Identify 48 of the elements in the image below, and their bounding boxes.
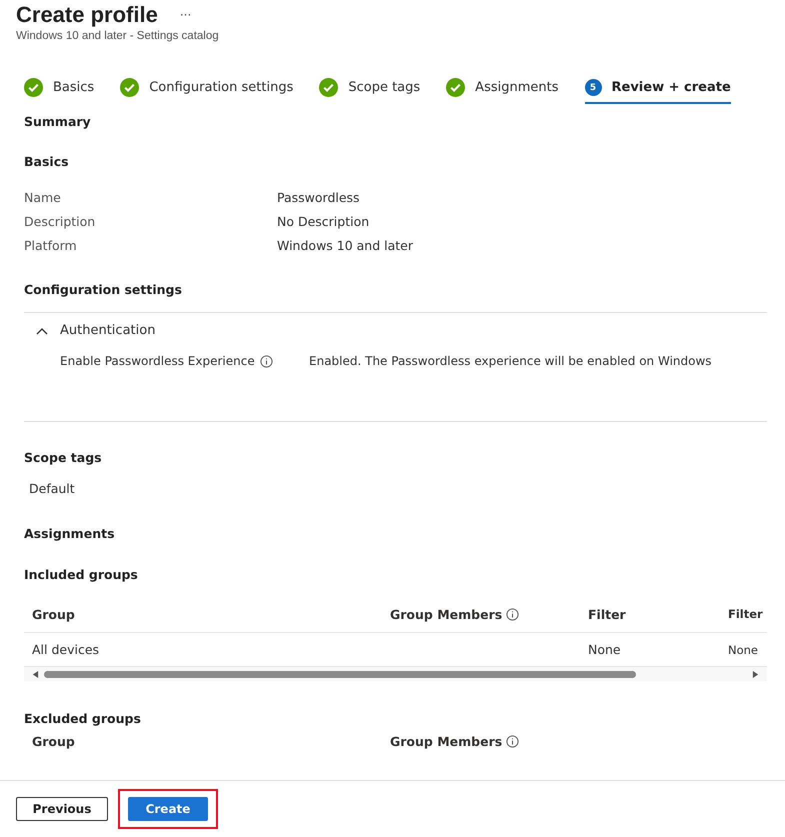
column-header: Group Members bbox=[390, 734, 502, 748]
section-heading: Excluded groups bbox=[24, 711, 142, 726]
field-label: Name bbox=[24, 190, 62, 204]
table-cell: None bbox=[588, 642, 621, 657]
chevron-icon bbox=[36, 326, 48, 334]
horizontal-scrollbar[interactable] bbox=[24, 667, 767, 681]
column-header: Group Members bbox=[390, 606, 502, 622]
field-label: Platform bbox=[24, 238, 78, 252]
table-cell: None bbox=[728, 642, 758, 656]
column-header: Group bbox=[32, 606, 75, 622]
step-number: 5 bbox=[584, 79, 602, 96]
wizard-step-tab[interactable]: Basics bbox=[24, 78, 94, 104]
check-circle-icon bbox=[446, 78, 466, 97]
field-value: No Description bbox=[277, 214, 370, 228]
wizard-step-tab[interactable]: Scope tags bbox=[319, 78, 420, 104]
column-header: Group bbox=[32, 734, 75, 748]
previous-button[interactable]: Previous bbox=[16, 797, 108, 821]
section-heading: Assignments bbox=[24, 526, 116, 541]
check-circle-icon bbox=[319, 78, 338, 97]
setting-value: Enabled. The Passwordless experience will be enabled on Windows bbox=[309, 354, 712, 368]
page-subtitle: Windows 10 and later - Settings catalog bbox=[16, 30, 220, 42]
info-icon[interactable] bbox=[260, 354, 273, 368]
info-icon[interactable] bbox=[506, 608, 520, 620]
field-value: Windows 10 and later bbox=[277, 238, 414, 252]
scroll-left-icon[interactable] bbox=[32, 670, 39, 678]
check-circle-icon bbox=[120, 78, 140, 97]
section-heading: Scope tags bbox=[24, 450, 103, 465]
column-header: Filter bbox=[588, 606, 626, 622]
section-heading: Configuration settings bbox=[24, 282, 183, 297]
wizard-step-tab[interactable]: 5 Review + create bbox=[584, 78, 731, 104]
category-toggle[interactable]: Authentication bbox=[24, 313, 767, 338]
scope-tag-value: Default bbox=[29, 481, 76, 496]
check-circle-icon bbox=[24, 78, 43, 97]
scroll-right-icon[interactable] bbox=[752, 670, 759, 678]
page-title: Create profile bbox=[16, 2, 158, 28]
more-options-button[interactable]: ··· bbox=[180, 8, 192, 22]
info-icon[interactable] bbox=[506, 734, 520, 748]
section-heading: Summary bbox=[24, 114, 92, 129]
create-button[interactable]: Create bbox=[128, 797, 208, 821]
wizard-step-tab[interactable]: Configuration settings bbox=[120, 78, 294, 104]
setting-name: Enable Passwordless Experience bbox=[60, 354, 256, 368]
column-header: Filter bbox=[728, 607, 763, 621]
section-heading: Included groups bbox=[24, 567, 139, 582]
wizard-step-tab[interactable]: Assignments bbox=[446, 78, 558, 104]
section-heading: Basics bbox=[24, 154, 70, 169]
table-cell: All devices bbox=[32, 642, 100, 657]
field-label: Description bbox=[24, 214, 96, 228]
field-value: Passwordless bbox=[277, 190, 360, 204]
